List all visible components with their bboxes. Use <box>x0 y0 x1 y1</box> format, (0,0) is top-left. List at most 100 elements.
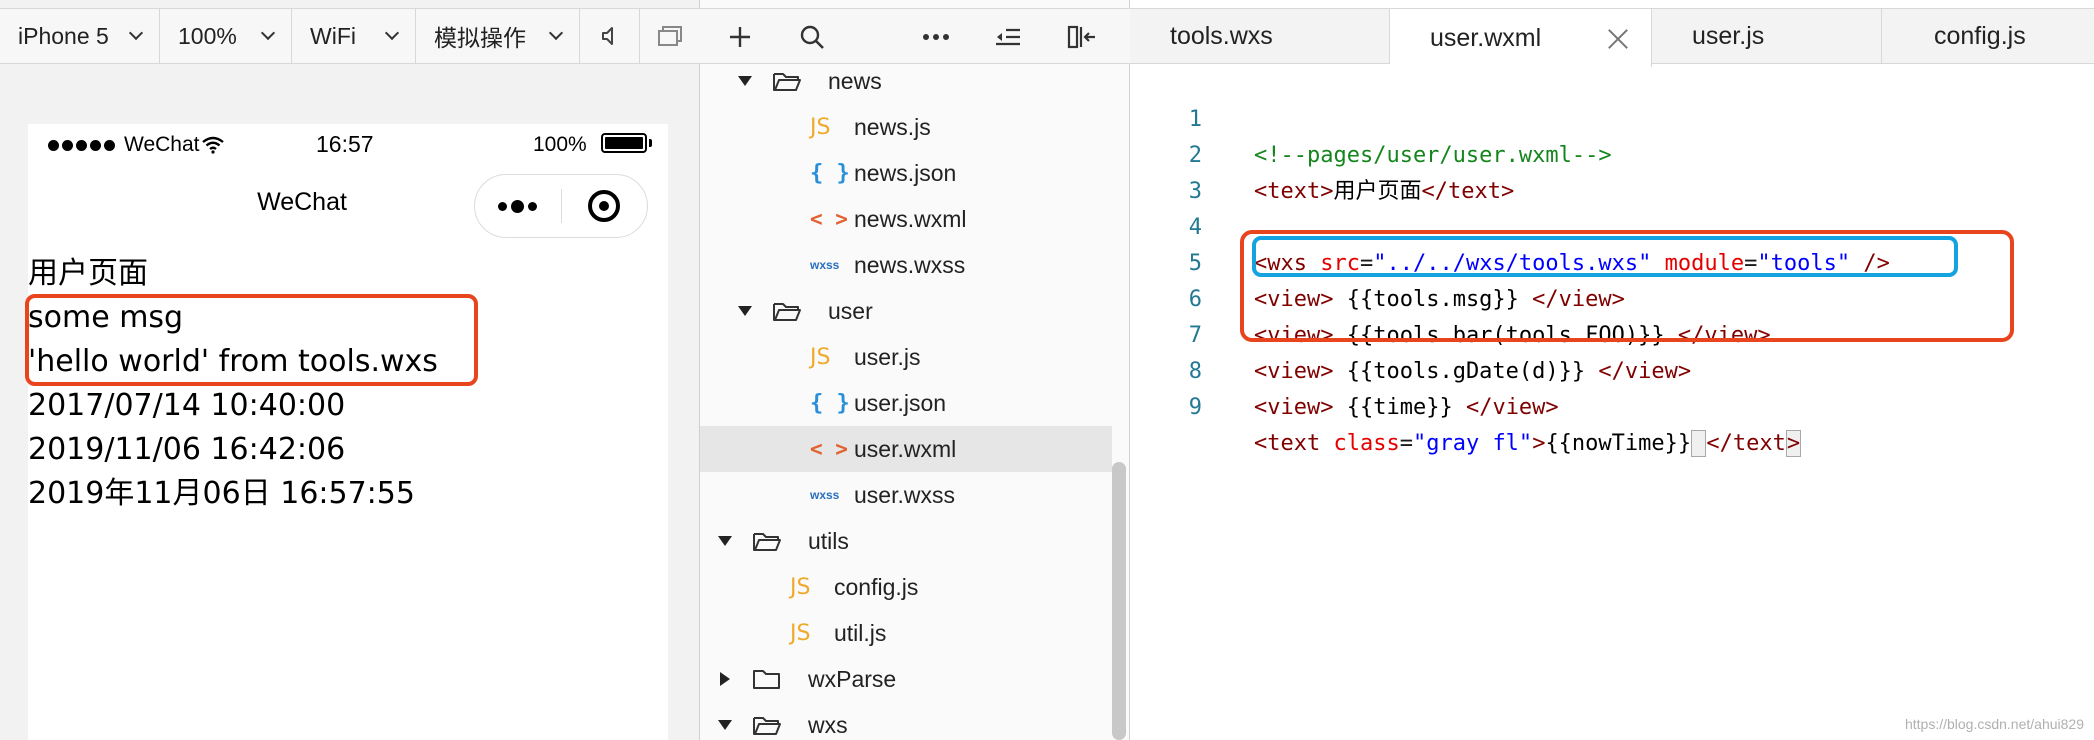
explorer-scrollbar[interactable] <box>1112 462 1126 740</box>
watermark: https://blog.csdn.net/ahui829 <box>1904 716 2084 732</box>
battery-percent: 100% <box>533 133 587 156</box>
json-file-icon: { } <box>810 160 850 186</box>
close-icon[interactable] <box>1607 27 1629 49</box>
outdent-icon <box>996 28 1020 46</box>
zoom-select[interactable]: 100% <box>160 8 292 64</box>
network-select[interactable]: WiFi <box>292 8 416 64</box>
page-line: 2019/11/06 16:42:06 <box>28 432 346 467</box>
caret-right-icon <box>720 672 730 686</box>
tree-item-label: news.js <box>854 113 931 140</box>
more-options-button[interactable] <box>906 9 966 65</box>
zoom-select-label: 100% <box>178 22 237 49</box>
tree-folder-user[interactable]: user <box>700 288 1112 334</box>
page-line: 2019年11月06日 16:57:55 <box>28 476 415 511</box>
folder-icon <box>753 670 780 689</box>
code-line: 4 <wxs src="../../wxs/tools.wxs" module=… <box>1130 174 2094 276</box>
caret-down-icon <box>718 536 732 546</box>
more-dot <box>528 201 538 211</box>
explorer-toolbar <box>700 8 1130 64</box>
wxml-file-icon: < > <box>810 207 848 231</box>
sound-toggle[interactable] <box>580 8 640 64</box>
tree-folder-news[interactable]: news <box>700 58 1112 104</box>
signal-dot <box>48 139 59 151</box>
code-line: 1 <!--pages/user/user.wxml--> <box>1130 66 2094 168</box>
tree-file-user-json[interactable]: { } user.json <box>700 380 1112 426</box>
tree-file-config-js[interactable]: JS config.js <box>700 564 1112 610</box>
code-line: 3 <box>1130 138 2094 204</box>
tree-item-label: news.json <box>854 159 957 186</box>
highlight-box-output <box>25 294 478 386</box>
speaker-icon <box>601 27 613 45</box>
tree-folder-wxs[interactable]: wxs <box>700 702 1112 740</box>
tree-file-user-wxss[interactable]: wxss user.wxss <box>700 472 1112 518</box>
toggle-panel-button[interactable] <box>1052 9 1112 65</box>
device-select[interactable]: iPhone 5 <box>0 8 160 64</box>
tree-file-user-js[interactable]: JS user.js <box>700 334 1112 380</box>
simulator-toolbar: iPhone 5 100% WiFi 模拟操作 <box>0 8 700 64</box>
code-tag: </text <box>1706 431 1786 456</box>
nav-bar: WeChat <box>28 164 668 248</box>
tree-item-label: user.json <box>854 389 947 416</box>
page-line: 2017/07/14 10:40:00 <box>28 388 346 423</box>
tree-file-news-json[interactable]: { } news.json <box>700 150 1112 196</box>
new-file-button[interactable] <box>710 9 770 65</box>
json-file-icon: { } <box>810 390 850 416</box>
signal-dot <box>62 139 73 151</box>
js-file-icon: JS <box>790 620 811 646</box>
wifi-icon <box>202 136 225 154</box>
tree-item-label: user <box>828 297 873 324</box>
tree-item-label: news.wxss <box>854 251 966 278</box>
close-miniprogram-button[interactable] <box>562 175 648 237</box>
window-icon <box>658 26 682 46</box>
tree-file-util-js[interactable]: JS util.js <box>700 610 1112 656</box>
caret-down-icon <box>738 306 752 316</box>
tree-item-label: news <box>828 67 882 94</box>
tree-file-news-wxml[interactable]: < > news.wxml <box>700 196 1112 242</box>
operation-select[interactable]: 模拟操作 <box>416 8 580 64</box>
plus-icon <box>730 27 750 47</box>
detach-window-button[interactable] <box>640 8 700 64</box>
tab-label: user.wxml <box>1430 23 1542 52</box>
code-tag: > <box>1532 431 1546 456</box>
js-file-icon: JS <box>790 574 811 600</box>
code-tag: </view> <box>1465 395 1559 420</box>
tab-user-js[interactable]: user.js <box>1652 9 1882 64</box>
status-time: 16:57 <box>316 131 374 157</box>
tree-file-user-wxml[interactable]: < > user.wxml <box>700 426 1112 472</box>
tree-item-label: util.js <box>834 619 887 646</box>
tree-file-news-wxss[interactable]: wxss news.wxss <box>700 242 1112 288</box>
code-line: 9 <text class="gray fl">{{nowTime}} </te… <box>1130 354 2094 457</box>
tree-folder-utils[interactable]: utils <box>700 518 1112 564</box>
bracket-match: > <box>1785 430 1802 457</box>
tab-tools-wxs[interactable]: tools.wxs <box>1130 9 1390 64</box>
tab-label: tools.wxs <box>1170 22 1273 50</box>
target-icon <box>588 190 621 222</box>
page-line: 用户页面 <box>28 256 148 291</box>
tree-folder-wxparse[interactable]: wxParse <box>700 656 1112 702</box>
network-select-label: WiFi <box>310 22 356 49</box>
tree-item-label: wxs <box>808 711 848 738</box>
folder-open-icon <box>753 533 781 551</box>
nav-title-text: WeChat <box>257 188 347 216</box>
line-number: 9 <box>1188 395 1202 420</box>
search-button[interactable] <box>782 9 842 65</box>
editor-tabs: tools.wxs user.wxml user.js config.js <box>1130 8 2094 67</box>
collapse-all-button[interactable] <box>978 9 1038 65</box>
tree-item-label: user.wxml <box>854 435 957 462</box>
more-button[interactable] <box>475 175 561 237</box>
more-dot <box>511 199 525 213</box>
tree-file-news-js[interactable]: JS news.js <box>700 104 1112 150</box>
bracket-match <box>1691 430 1707 457</box>
tab-config-js[interactable]: config.js <box>1882 9 2094 64</box>
menu-capsule <box>474 174 648 238</box>
code-attr: class <box>1333 431 1400 456</box>
tree-item-label: config.js <box>834 573 919 600</box>
wxss-file-icon: wxss <box>810 488 840 502</box>
caret-down-icon <box>738 76 752 86</box>
signal-indicator: WeChat <box>48 133 225 157</box>
code-line: 2 <text>用户页面</text> <box>1130 102 2094 204</box>
phone-screen: WeChat 16:57 100% WeChat 用户页面 some msg '… <box>25 124 668 740</box>
tab-label: config.js <box>1934 22 2026 50</box>
tab-user-wxml[interactable]: user.wxml <box>1390 9 1652 67</box>
folder-open-icon <box>753 717 781 735</box>
